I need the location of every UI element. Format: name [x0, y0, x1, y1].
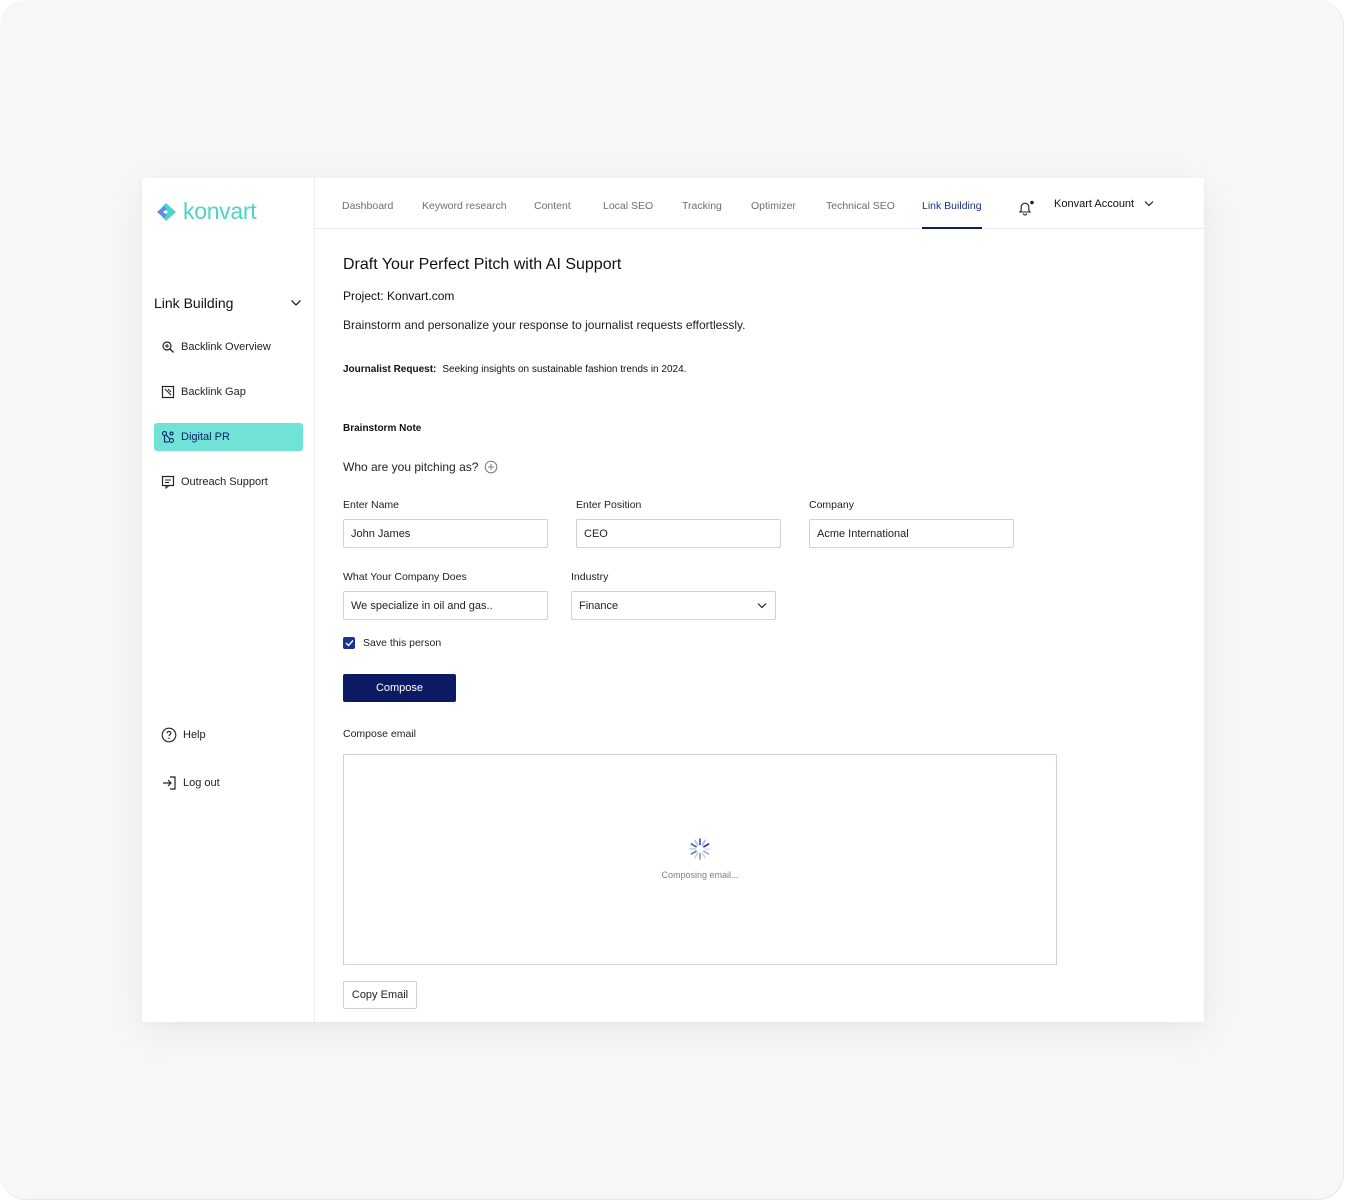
sidebar-item-backlink-gap[interactable]: Backlink Gap — [154, 378, 303, 406]
loading-indicator: Composing email... — [344, 837, 1056, 880]
sidebar-item-digital-pr[interactable]: Digital PR — [154, 423, 303, 451]
copy-email-button[interactable]: Copy Email — [343, 981, 417, 1009]
industry-label: Industry — [571, 571, 609, 583]
sidebar-item-outreach-support[interactable]: Outreach Support — [154, 468, 303, 496]
pitching-as-row: Who are you pitching as? — [343, 460, 498, 474]
sidebar-item-label: Backlink Overview — [181, 341, 271, 353]
sidebar: konvart Link Building Backlink Overview … — [142, 178, 315, 1022]
tab-dashboard[interactable]: Dashboard — [342, 178, 393, 229]
account-menu[interactable]: Konvart Account — [1054, 178, 1154, 229]
tab-link-building[interactable]: Link Building — [922, 178, 982, 229]
company-does-input[interactable] — [343, 591, 548, 620]
chevron-down-icon — [757, 603, 767, 609]
sidebar-item-label: Outreach Support — [181, 476, 268, 488]
logo-text: konvart — [183, 198, 257, 224]
chevron-down-icon — [1144, 201, 1154, 207]
app-window: konvart Link Building Backlink Overview … — [142, 178, 1204, 1022]
spinner-icon — [689, 838, 711, 860]
save-person-row: Save this person — [343, 637, 441, 649]
tab-technical-seo[interactable]: Technical SEO — [826, 178, 895, 229]
tab-optimizer[interactable]: Optimizer — [751, 178, 796, 229]
sidebar-help[interactable]: Help — [161, 727, 206, 743]
top-navigation: Dashboard Keyword research Content Local… — [315, 178, 1204, 229]
main-panel: Dashboard Keyword research Content Local… — [315, 178, 1204, 1022]
journalist-request-value: Seeking insights on sustainable fashion … — [442, 364, 687, 375]
tab-content[interactable]: Content — [534, 178, 571, 229]
tab-keyword-research[interactable]: Keyword research — [422, 178, 507, 229]
compose-button[interactable]: Compose — [343, 674, 456, 702]
composing-status: Composing email... — [661, 870, 739, 880]
add-persona-icon[interactable] — [484, 460, 498, 474]
sidebar-item-label: Backlink Gap — [181, 386, 246, 398]
backlink-overview-icon — [162, 341, 174, 353]
industry-select[interactable]: Finance — [571, 591, 776, 620]
compose-email-box[interactable]: Composing email... — [343, 754, 1057, 965]
tab-local-seo[interactable]: Local SEO — [603, 178, 653, 229]
sidebar-logout-label: Log out — [183, 777, 220, 789]
konvart-logo-icon — [157, 202, 176, 221]
logout-icon — [163, 776, 176, 790]
help-icon — [161, 727, 177, 743]
sidebar-section-link-building[interactable]: Link Building — [154, 295, 302, 311]
brainstorm-note-label: Brainstorm Note — [343, 423, 422, 434]
save-person-checkbox[interactable] — [343, 637, 355, 649]
sidebar-item-label: Digital PR — [181, 431, 230, 443]
compose-email-label: Compose email — [343, 728, 416, 740]
logo[interactable]: konvart — [154, 198, 257, 225]
outreach-support-icon — [161, 475, 175, 489]
name-input[interactable] — [343, 519, 548, 548]
journalist-request-label: Journalist Request: — [343, 364, 437, 375]
sidebar-item-backlink-overview[interactable]: Backlink Overview — [154, 333, 303, 361]
digital-pr-icon — [161, 430, 175, 444]
backlink-gap-icon — [161, 385, 175, 399]
sidebar-help-label: Help — [183, 729, 206, 741]
sidebar-section-title: Link Building — [154, 295, 234, 311]
save-person-label: Save this person — [363, 637, 442, 649]
page-description: Brainstorm and personalize your response… — [343, 318, 746, 332]
tab-tracking[interactable]: Tracking — [682, 178, 722, 229]
position-label: Enter Position — [576, 499, 642, 511]
project-label: Project: Konvart.com — [343, 289, 455, 303]
journalist-request: Journalist Request: Seeking insights on s… — [343, 364, 686, 375]
company-input[interactable] — [809, 519, 1014, 548]
sidebar-logout[interactable]: Log out — [161, 775, 220, 791]
bell-icon — [1018, 200, 1034, 216]
company-label: Company — [809, 499, 854, 511]
pitching-as-label: Who are you pitching as? — [343, 460, 479, 474]
account-label: Konvart Account — [1054, 197, 1135, 210]
chevron-down-icon — [291, 300, 301, 306]
company-does-label: What Your Company Does — [343, 571, 467, 583]
industry-selected-value: Finance — [579, 599, 619, 612]
name-label: Enter Name — [343, 499, 400, 511]
page-title: Draft Your Perfect Pitch with AI Support — [343, 256, 622, 273]
check-icon — [345, 640, 354, 647]
notification-button[interactable] — [1017, 200, 1035, 221]
position-input[interactable] — [576, 519, 781, 548]
